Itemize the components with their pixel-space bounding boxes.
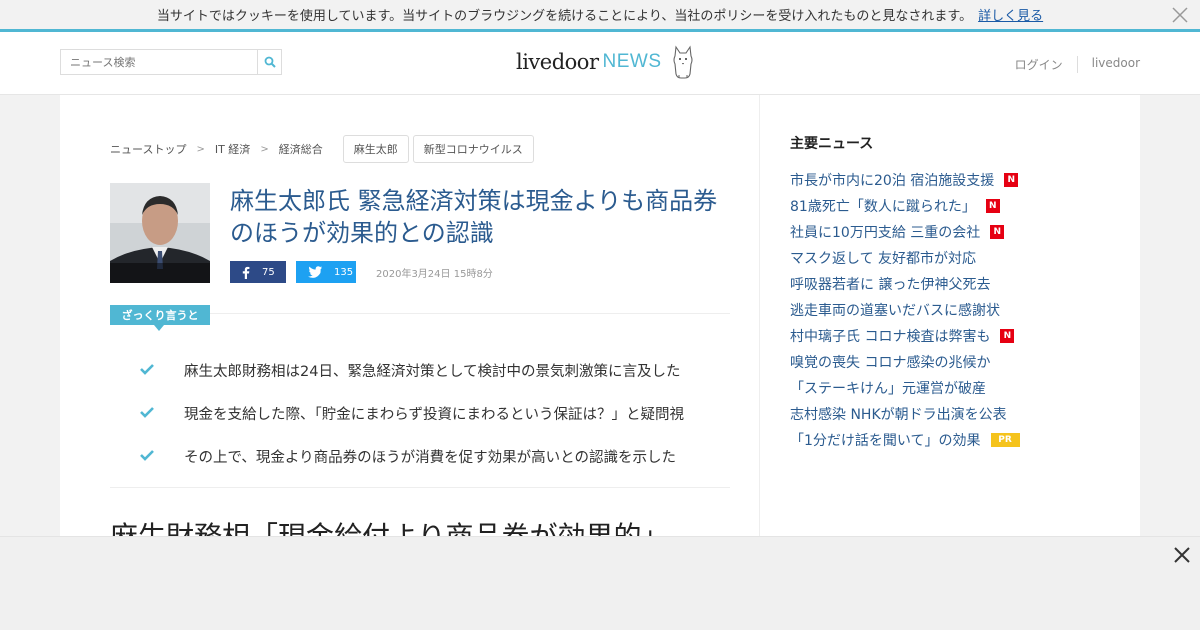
top-news-item-label: 81歳死亡「数人に蹴られた」 (790, 199, 976, 215)
breadcrumb-it-economy[interactable]: IT 経済 (215, 141, 250, 157)
top-news-item[interactable]: マスク返して 友好都市が対応 (790, 245, 1090, 271)
twitter-count: 135 (334, 266, 354, 278)
new-badge: N (985, 199, 1000, 213)
top-news-item[interactable]: 逃走車両の道塞いだバスに感謝状 (790, 297, 1090, 323)
top-news-item[interactable]: 「1分だけ話を聞いて」の効果 PR (790, 427, 1090, 453)
top-news-item-label: 「ステーキけん」元運営が破産 (790, 381, 986, 397)
top-news-item[interactable]: 嗅覚の喪失 コロナ感染の兆候か (790, 349, 1090, 375)
top-news-item-label: 呼吸器若者に 譲った伊神父死去 (790, 277, 991, 293)
search-button[interactable] (257, 50, 281, 74)
summary-label: ざっくり言うと (110, 305, 210, 325)
dog-mascot-icon (672, 45, 693, 79)
twitter-icon (308, 266, 322, 278)
sidebar-title: 主要ニュース (790, 136, 874, 152)
check-icon (140, 449, 154, 461)
summary-point: その上で、現金より商品券のほうが消費を促す効果が高いとの認識を示した (140, 435, 730, 478)
livedoor-link[interactable]: livedoor (1078, 56, 1140, 73)
summary-point-text: その上で、現金より商品券のほうが消費を促す効果が高いとの認識を示した (184, 450, 676, 466)
logo-news-text: NEWS (602, 51, 662, 72)
header-links: ログイン livedoor (1001, 56, 1140, 73)
cookie-more-link[interactable]: 詳しく見る (978, 5, 1043, 24)
new-badge: N (990, 225, 1005, 239)
tag-aso-taro[interactable]: 麻生太郎 (342, 135, 409, 163)
top-news-item[interactable]: 村中璃子氏 コロナ検査は弊害も N (790, 323, 1090, 349)
top-news-item-label: 逃走車両の道塞いだバスに感謝状 (790, 303, 1000, 319)
bottom-ad-banner (0, 536, 1200, 630)
login-link[interactable]: ログイン (1001, 56, 1078, 73)
article-date: 2020年3月24日 15時8分 (376, 268, 493, 280)
search-icon (264, 56, 276, 68)
new-badge: N (1000, 329, 1015, 343)
top-news-item-label: 社員に10万円支給 三重の会社 (790, 225, 981, 241)
section-divider (110, 487, 730, 488)
close-icon[interactable] (1172, 545, 1192, 565)
search-input[interactable] (61, 50, 258, 74)
breadcrumb-economy-general[interactable]: 経済総合 (279, 141, 323, 157)
summary-label-pointer (154, 325, 164, 331)
top-news-item-label: 「1分だけ話を聞いて」の効果 (790, 433, 981, 449)
chevron-right-icon: > (260, 143, 269, 155)
summary-point: 現金を支給した際、「貯金にまわらず投資にまわるという保証は？」と疑問視 (140, 392, 730, 435)
facebook-share-button[interactable]: 75 (230, 261, 286, 283)
site-logo[interactable]: livedoor NEWS (516, 44, 696, 80)
summary-point-text: 現金を支給した際、「貯金にまわらず投資にまわるという保証は？」と疑問視 (184, 407, 684, 423)
breadcrumb-news-top[interactable]: ニューストップ (110, 141, 186, 157)
top-news-item[interactable]: 81歳死亡「数人に蹴られた」 N (790, 193, 1090, 219)
top-news-item[interactable]: 呼吸器若者に 譲った伊神父死去 (790, 271, 1090, 297)
search-box (60, 49, 282, 75)
portrait-image (110, 183, 210, 283)
site-header: livedoor NEWS ログイン livedoor (0, 32, 1200, 95)
facebook-count: 75 (262, 266, 275, 278)
pr-badge: PR (990, 433, 1020, 447)
chevron-right-icon: > (196, 143, 205, 155)
facebook-icon (242, 266, 250, 279)
top-news-item-label: マスク返して 友好都市が対応 (790, 251, 977, 267)
top-news-item-label: 市長が市内に20泊 宿泊施設支援 (790, 173, 995, 189)
summary-point-text: 麻生太郎財務相は24日、緊急経済対策として検討中の景気刺激策に言及した (184, 364, 681, 380)
top-news-item[interactable]: 「ステーキけん」元運営が破産 (790, 375, 1090, 401)
share-buttons: 75 135 2020年3月24日 15時8分 (230, 261, 493, 283)
top-news-list: 市長が市内に20泊 宿泊施設支援 N 81歳死亡「数人に蹴られた」 N 社員に10万円支… (790, 167, 1090, 453)
top-news-item[interactable]: 社員に10万円支給 三重の会社 N (790, 219, 1090, 245)
new-badge: N (1004, 173, 1019, 187)
twitter-share-button[interactable]: 135 (296, 261, 356, 283)
cookie-notice-bar: 当サイトではクッキーを使用しています。当サイトのブラウジングを続けることにより、… (0, 0, 1200, 32)
breadcrumb: ニューストップ > IT 経済 > 経済総合 麻生太郎 新型コロナウイルス (110, 135, 534, 163)
summary-point: 麻生太郎財務相は24日、緊急経済対策として検討中の景気刺激策に言及した (140, 349, 730, 392)
top-news-item-label: 志村感染 NHKが朝ドラ出演を公表 (790, 407, 1007, 423)
check-icon (140, 363, 154, 375)
article-title: 麻生太郎氏 緊急経済対策は現金よりも商品券のほうが効果的との認識 (230, 187, 718, 247)
top-news-sidebar: 主要ニュース 市長が市内に20泊 宿泊施設支援 N 81歳死亡「数人に蹴られた」 N 社… (790, 133, 1090, 453)
summary-points: 麻生太郎財務相は24日、緊急経済対策として検討中の景気刺激策に言及した 現金を支… (140, 349, 730, 478)
tag-covid[interactable]: 新型コロナウイルス (412, 135, 534, 163)
top-news-item-label: 村中璃子氏 コロナ検査は弊害も (790, 329, 991, 345)
logo-livedoor-text: livedoor (516, 50, 599, 74)
summary-divider (210, 313, 730, 314)
cookie-notice-text: 当サイトではクッキーを使用しています。当サイトのブラウジングを続けることにより、… (156, 9, 973, 24)
top-news-item-label: 嗅覚の喪失 コロナ感染の兆候か (790, 355, 991, 371)
check-icon (140, 406, 154, 418)
article-thumbnail[interactable] (110, 183, 210, 283)
top-news-item[interactable]: 志村感染 NHKが朝ドラ出演を公表 (790, 401, 1090, 427)
close-icon[interactable] (1170, 5, 1190, 25)
top-news-item[interactable]: 市長が市内に20泊 宿泊施設支援 N (790, 167, 1090, 193)
